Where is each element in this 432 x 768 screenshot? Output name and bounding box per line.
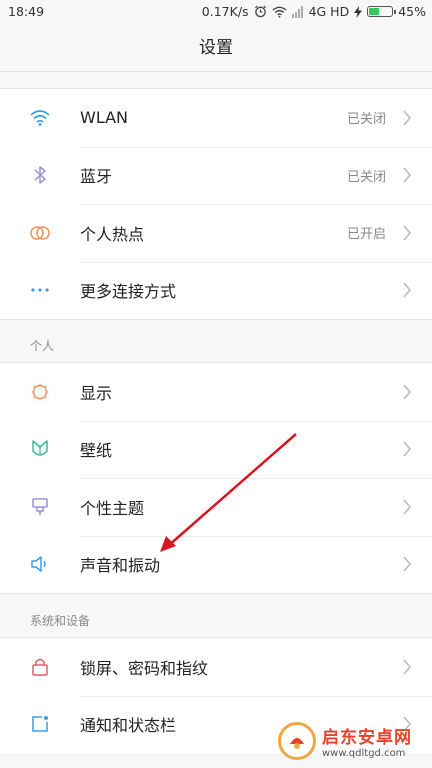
watermark: 启东安卓网 www.qdltgd.com	[278, 718, 428, 764]
settings-item-label: 蓝牙	[80, 167, 113, 187]
settings-item-label: 个人热点	[80, 224, 145, 244]
theme-icon	[28, 495, 52, 519]
signal-icon	[291, 5, 303, 18]
settings-item-label: 声音和振动	[80, 556, 161, 576]
chevron-right-icon	[403, 225, 411, 241]
settings-item-label: 显示	[80, 383, 113, 403]
settings-item-sound-vibration[interactable]: 声音和振动	[0, 535, 432, 594]
wifi-icon	[28, 106, 52, 130]
sound-icon	[28, 552, 52, 576]
net-speed: 0.17K/s	[201, 4, 249, 19]
status-value: 已关闭	[346, 112, 386, 128]
settings-item-lock-password[interactable]: 锁屏、密码和指纹	[0, 638, 432, 696]
settings-item-label: 更多连接方式	[80, 282, 177, 302]
watermark-logo-icon	[278, 722, 316, 760]
battery-percent: 45%	[398, 4, 426, 19]
settings-item-bluetooth[interactable]: 蓝牙 已关闭	[0, 146, 432, 205]
chevron-right-icon	[403, 659, 411, 675]
settings-item-more-connections[interactable]: 更多连接方式	[0, 261, 432, 320]
page-title: 设置	[0, 24, 432, 72]
personal-group: 显示 壁纸 个性主题 声音和振动	[0, 362, 432, 594]
chevron-right-icon	[403, 441, 411, 457]
chevron-right-icon	[403, 282, 411, 298]
settings-item-wallpaper[interactable]: 壁纸	[0, 420, 432, 479]
network-type: 4G HD	[308, 4, 350, 19]
status-indicators: 0.17K/s 4G HD 45%	[202, 4, 426, 19]
settings-item-label: 壁纸	[80, 441, 113, 461]
bluetooth-icon	[28, 163, 52, 187]
charging-icon	[354, 5, 363, 18]
battery-icon	[367, 6, 397, 17]
settings-item-wlan[interactable]: WLAN 已关闭	[0, 89, 432, 147]
lock-icon	[28, 655, 52, 679]
section-header-personal: 个人	[30, 339, 55, 353]
settings-item-label: 锁屏、密码和指纹	[80, 658, 209, 678]
settings-item-hotspot[interactable]: 个人热点 已开启	[0, 204, 432, 262]
wifi-status-icon	[272, 6, 287, 18]
status-time: 18:49	[8, 4, 45, 19]
chevron-right-icon	[403, 384, 411, 400]
watermark-url: www.qdltgd.com	[322, 748, 406, 759]
status-value: 已开启	[346, 227, 386, 243]
section-header-system: 系统和设备	[30, 614, 91, 628]
status-value: 已关闭	[346, 169, 386, 185]
hotspot-icon	[28, 221, 52, 245]
settings-item-label: 通知和状态栏	[80, 716, 177, 736]
notification-icon	[28, 712, 52, 736]
connection-group: WLAN 已关闭 蓝牙 已关闭 个人热点 已开启 更多连接方式	[0, 88, 432, 320]
alarm-icon	[254, 5, 266, 18]
settings-item-label: WLAN	[80, 108, 129, 128]
chevron-right-icon	[403, 110, 411, 126]
settings-item-theme[interactable]: 个性主题	[0, 478, 432, 536]
chevron-right-icon	[403, 556, 411, 572]
watermark-title: 启东安卓网	[322, 728, 412, 748]
chevron-right-icon	[403, 499, 411, 515]
status-bar: 18:49 0.17K/s 4G HD 45%	[0, 0, 432, 24]
more-icon	[28, 278, 52, 302]
display-icon	[28, 380, 52, 404]
settings-item-display[interactable]: 显示	[0, 363, 432, 421]
chevron-right-icon	[403, 167, 411, 183]
settings-item-label: 个性主题	[80, 498, 145, 518]
wallpaper-icon	[28, 437, 52, 461]
